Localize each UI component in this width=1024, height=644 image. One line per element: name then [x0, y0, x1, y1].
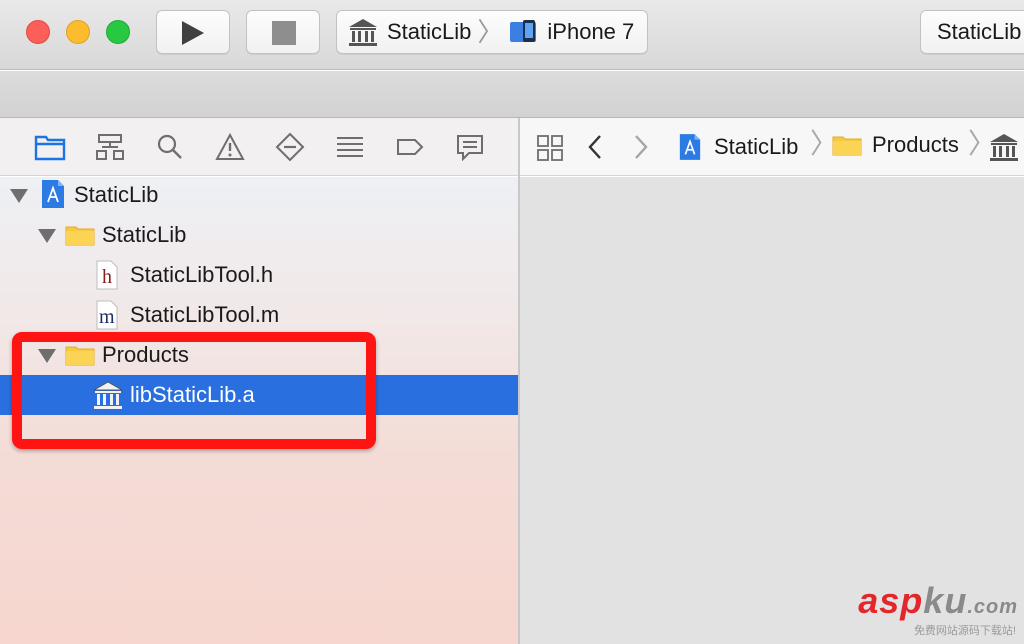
magnifier-icon — [157, 134, 182, 159]
group-name: StaticLib — [102, 222, 187, 247]
source-file-letter: m — [99, 306, 115, 328]
watermark-ku: ku — [923, 580, 968, 621]
chevron-right-icon: 〉 — [477, 17, 504, 47]
zoom-window-button[interactable] — [106, 20, 130, 44]
run-button[interactable] — [156, 10, 230, 54]
disclosure-triangle-icon[interactable] — [38, 349, 56, 363]
window-toolbar: StaticLib 〉 iPhone 7 StaticLib — [0, 0, 1024, 70]
tree-row-product-selected[interactable]: libStaticLib.a — [0, 375, 518, 415]
iphone-simulator-icon — [510, 20, 537, 42]
scheme-selector[interactable]: StaticLib 〉 iPhone 7 — [336, 10, 648, 54]
activity-viewer: StaticLib — [920, 10, 1024, 54]
watermark-logo: aspku.com — [858, 580, 1018, 622]
jump-bar-folder[interactable]: Products — [832, 132, 959, 158]
close-window-button[interactable] — [26, 20, 50, 44]
jump-bar-folder-label: Products — [872, 132, 959, 157]
folder-outline-icon — [34, 135, 66, 161]
warning-triangle-icon — [215, 133, 245, 160]
folder-icon — [65, 226, 95, 246]
test-navigator-tab[interactable] — [274, 131, 306, 163]
tree-row-project[interactable]: StaticLib — [0, 177, 518, 215]
watermark-subtitle: 免费网站源码下载站! — [913, 625, 1016, 637]
scheme-name: StaticLib — [387, 19, 472, 44]
activity-title: StaticLib — [937, 19, 1022, 44]
product-name: libStaticLib.a — [130, 382, 255, 407]
editor-area[interactable] — [520, 177, 1024, 644]
speech-bubble-icon — [457, 135, 483, 161]
jump-bar-project[interactable]: StaticLib — [678, 132, 798, 162]
library-icon — [92, 381, 124, 409]
header-file-name: StaticLibTool.h — [130, 262, 274, 287]
tree-row-products[interactable]: Products — [0, 335, 518, 375]
device-name: iPhone 7 — [547, 19, 635, 44]
watermark-asp: asp — [858, 580, 924, 621]
watermark-com: .com — [967, 596, 1018, 618]
disclosure-triangle-icon[interactable] — [10, 189, 28, 203]
project-name: StaticLib — [74, 182, 159, 207]
report-navigator-tab[interactable] — [454, 131, 486, 163]
stop-button[interactable] — [246, 10, 320, 54]
breakpoint-tag-icon — [397, 139, 424, 155]
products-group-name: Products — [102, 342, 189, 367]
library-icon — [349, 19, 377, 46]
header-file-letter: h — [102, 266, 112, 288]
stop-icon — [272, 21, 296, 45]
library-icon[interactable] — [988, 132, 1020, 162]
tree-row-impl-file[interactable]: m StaticLibTool.m — [0, 295, 518, 335]
find-navigator-tab[interactable] — [154, 131, 186, 163]
debug-navigator-tab[interactable] — [334, 131, 366, 163]
disclosure-triangle-icon[interactable] — [38, 229, 56, 243]
related-items-grid-icon[interactable] — [536, 134, 564, 162]
jump-bar-project-label: StaticLib — [714, 134, 799, 159]
issue-navigator-tab[interactable] — [214, 131, 246, 163]
xcode-project-icon — [42, 180, 64, 208]
tab-bar-area — [0, 71, 1024, 118]
hierarchy-icon — [96, 134, 124, 160]
minimize-window-button[interactable] — [66, 20, 90, 44]
xcode-project-icon — [679, 134, 701, 160]
navigator-selector-bar — [0, 118, 518, 176]
impl-file-name: StaticLibTool.m — [130, 302, 280, 327]
editor-jump-bar: StaticLib 〉 Products 〉 — [520, 118, 1024, 176]
breakpoint-navigator-tab[interactable] — [394, 131, 426, 163]
diamond-minus-icon — [275, 132, 305, 162]
play-icon — [182, 21, 204, 45]
tree-row-group[interactable]: StaticLib — [0, 215, 518, 255]
forward-arrow-icon[interactable] — [632, 133, 650, 161]
folder-icon — [832, 136, 862, 156]
folder-icon — [65, 346, 95, 366]
project-navigator: StaticLib StaticLib h StaticLibTool.h m … — [0, 177, 518, 644]
back-arrow-icon[interactable] — [586, 133, 604, 161]
symbol-navigator-tab[interactable] — [94, 131, 126, 163]
project-navigator-tab[interactable] — [34, 131, 66, 163]
list-lines-icon — [337, 137, 363, 157]
tree-row-header-file[interactable]: h StaticLibTool.h — [0, 255, 518, 295]
